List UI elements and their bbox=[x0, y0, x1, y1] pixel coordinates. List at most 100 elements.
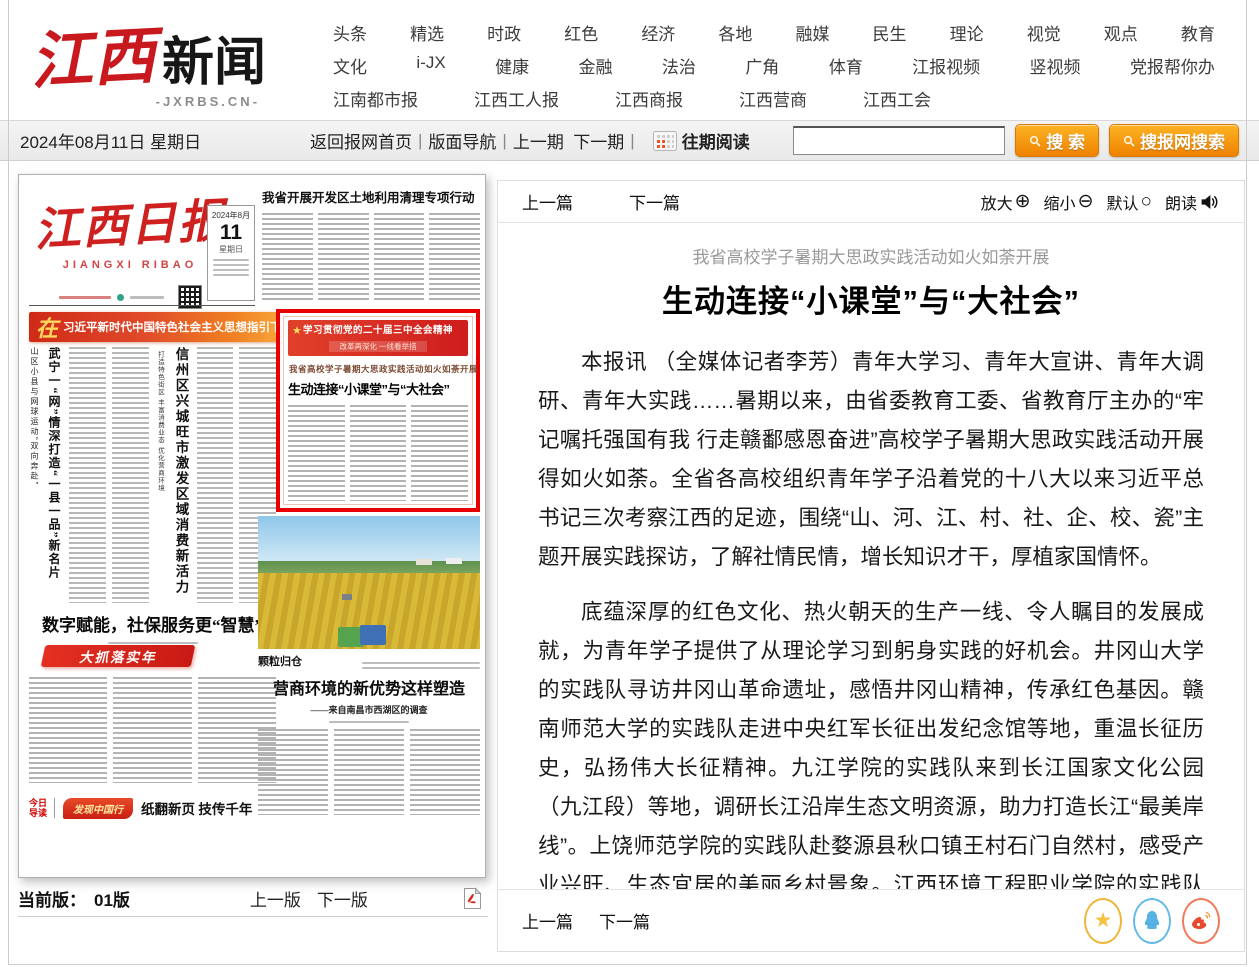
article-top-toolbar: 上一篇 下一篇 放大 ⊕ 缩小 ⊖ 默认 ○ bbox=[498, 181, 1244, 223]
pager-links: 上一版 下一版 bbox=[250, 886, 368, 911]
calendar-icon[interactable] bbox=[653, 130, 677, 151]
fake-byline bbox=[329, 721, 409, 723]
story-wuning-headline[interactable]: 武宁一“网”情深打造“一县一品”新名片 bbox=[46, 347, 63, 603]
nav-item-jinrong[interactable]: 金融 bbox=[579, 53, 613, 78]
nav-item-guandian[interactable]: 观点 bbox=[1104, 20, 1138, 45]
nav-item-jingxuan[interactable]: 精选 bbox=[410, 20, 444, 45]
share-buttons: ★ bbox=[1084, 898, 1220, 944]
logo-jiangxi: 江西 bbox=[28, 5, 159, 101]
back-home-link[interactable]: 返回报网首页 bbox=[310, 128, 412, 153]
share-qzone-button[interactable]: ★ bbox=[1084, 898, 1122, 944]
search-button[interactable]: 搜 索 bbox=[1015, 124, 1099, 157]
nav-item-jingji[interactable]: 经济 bbox=[641, 20, 675, 45]
nav-item-jxgh[interactable]: 江西工会 bbox=[863, 86, 931, 111]
nav-item-minsheng[interactable]: 民生 bbox=[873, 20, 907, 45]
next-issue-link[interactable]: 下一期 bbox=[573, 128, 624, 153]
next-page-link[interactable]: 下一版 bbox=[317, 886, 368, 911]
rice-harvest-photo[interactable] bbox=[258, 516, 480, 649]
fake-text-columns bbox=[262, 213, 480, 301]
nav-item-guangjiao[interactable]: 广角 bbox=[745, 53, 779, 78]
newspaper-page-thumbnail: 江西日报 JIANGXI RIBAO 2024年8月 11 星期日 bbox=[18, 174, 486, 878]
selected-article-inner: ★ 学习贯彻党的二十届三中全会精神 改革再深化 一线看举措 我省高校学子暑期大思… bbox=[283, 316, 473, 505]
archive-link[interactable]: 往期阅读 bbox=[682, 128, 750, 153]
prev-page-link[interactable]: 上一版 bbox=[250, 886, 301, 911]
share-weibo-button[interactable] bbox=[1182, 898, 1220, 944]
selected-article-kicker: 我省高校学子暑期大思政实践活动如火如荼开展 bbox=[289, 363, 467, 375]
main-nav: 头条 精选 时政 红色 经济 各地 融媒 民生 理论 视觉 观点 教育 文化 i… bbox=[333, 20, 1215, 119]
fake-text-column bbox=[374, 213, 425, 301]
fake-text-column bbox=[197, 347, 234, 603]
nav-item-jxgrb[interactable]: 江西工人报 bbox=[474, 86, 559, 111]
zoom-in-control[interactable]: 放大 ⊕ bbox=[981, 190, 1031, 214]
prev-article-link-bottom[interactable]: 上一篇 bbox=[522, 908, 573, 933]
cloud-logo-icon bbox=[117, 294, 124, 301]
current-page-label: 当前版： bbox=[18, 886, 86, 911]
fake-text-column bbox=[69, 347, 106, 603]
thought-guidance-banner: 在 习近平新时代中国特色社会主义思想指引下 bbox=[29, 312, 281, 342]
search-input[interactable] bbox=[793, 126, 1005, 155]
nav-item-jxys[interactable]: 江西营商 bbox=[739, 86, 807, 111]
fake-text-columns bbox=[258, 729, 480, 815]
magnifier-icon bbox=[1029, 135, 1041, 147]
site-search-button[interactable]: 搜报网搜索 bbox=[1109, 124, 1239, 157]
site-logo[interactable]: 江西 新闻 -JXRBS.CN- bbox=[30, 8, 266, 109]
story-xinzhou-headline[interactable]: 信州区兴城旺市激发区域消费新活力 bbox=[171, 347, 191, 603]
paper-date-week: 星期日 bbox=[208, 244, 254, 255]
story-tennis-county-kicker[interactable]: 山区小县与网球运动“双向奔赴” bbox=[29, 347, 40, 497]
nav-item-rongmei[interactable]: 融媒 bbox=[795, 20, 829, 45]
next-article-link-bottom[interactable]: 下一篇 bbox=[599, 908, 650, 933]
fake-text-line bbox=[213, 274, 249, 276]
photo-rice-field bbox=[258, 573, 480, 649]
nav-item-dangbao[interactable]: 党报帮你办 bbox=[1130, 53, 1215, 78]
article-nav-links: 上一篇 下一篇 bbox=[522, 189, 680, 214]
nav-item-hongse[interactable]: 红色 bbox=[564, 20, 598, 45]
nav-item-jiankang[interactable]: 健康 bbox=[495, 53, 529, 78]
newspaper-masthead: 江西日报 JIANGXI RIBAO bbox=[29, 189, 231, 309]
main-content: 江西日报 JIANGXI RIBAO 2024年8月 11 星期日 bbox=[0, 161, 1259, 967]
page-pager: 当前版： 01版 上一版 下一版 bbox=[18, 881, 488, 917]
nav-item-jndsb[interactable]: 江南都市报 bbox=[333, 86, 418, 111]
nav-item-toutiao[interactable]: 头条 bbox=[333, 20, 367, 45]
story-digital-social-security[interactable]: 数字赋能，社保服务更“智慧” bbox=[29, 611, 276, 644]
photo-sky bbox=[258, 516, 480, 561]
plenum-banner-subtitle: 改革再深化 一线看举措 bbox=[329, 341, 426, 352]
next-article-link[interactable]: 下一篇 bbox=[629, 189, 680, 214]
nav-item-jiaoyu[interactable]: 教育 bbox=[1181, 20, 1215, 45]
read-aloud-control[interactable]: 朗读 bbox=[1165, 190, 1220, 214]
nav-item-shizheng[interactable]: 时政 bbox=[487, 20, 521, 45]
zoom-out-control[interactable]: 缩小 ⊖ bbox=[1044, 190, 1094, 214]
masthead-divider bbox=[29, 305, 255, 306]
nav-item-fazhi[interactable]: 法治 bbox=[662, 53, 696, 78]
nav-item-wenhua[interactable]: 文化 bbox=[333, 53, 367, 78]
default-size-control[interactable]: 默认 ○ bbox=[1106, 190, 1152, 214]
photo-caption: 颗粒归仓 bbox=[258, 653, 302, 669]
nav-item-ijx[interactable]: i-JX bbox=[416, 53, 445, 78]
search-area: 搜 索 搜报网搜索 bbox=[793, 124, 1239, 157]
paper-date-month: 2024年8月 bbox=[208, 210, 254, 221]
pdf-download-icon[interactable] bbox=[463, 887, 482, 910]
page-nav-link[interactable]: 版面导航 bbox=[428, 128, 496, 153]
discover-china-logo: 发现中国行 bbox=[63, 798, 133, 819]
nav-item-tiyu[interactable]: 体育 bbox=[829, 53, 863, 78]
masthead-title: 江西日报 bbox=[32, 184, 227, 260]
toolbar-links: 返回报网首页| 版面导航| 上一期 下一期| bbox=[310, 128, 750, 153]
fake-text-line bbox=[362, 662, 480, 664]
logo-xinwen: 新闻 bbox=[162, 20, 266, 95]
nav-item-gedi[interactable]: 各地 bbox=[718, 20, 752, 45]
fake-text-line bbox=[362, 667, 480, 669]
selected-article-headline: 生动连接“小课堂”与“大社会” bbox=[288, 379, 468, 398]
fake-text-line bbox=[59, 296, 111, 299]
prev-article-link[interactable]: 上一篇 bbox=[522, 189, 573, 214]
nav-item-jiangbao-video[interactable]: 江报视频 bbox=[912, 53, 980, 78]
nav-item-shu-video[interactable]: 竖视频 bbox=[1030, 53, 1081, 78]
nav-item-lilun[interactable]: 理论 bbox=[950, 20, 984, 45]
current-page-value: 01版 bbox=[94, 886, 130, 911]
nav-item-shijue[interactable]: 视觉 bbox=[1027, 20, 1061, 45]
story-business-environment[interactable]: 营商环境的新优势这样塑造 ——来自南昌市西湖区的调查 bbox=[258, 675, 480, 815]
selected-article-region[interactable]: ★ 学习贯彻党的二十届三中全会精神 改革再深化 一线看举措 我省高校学子暑期大思… bbox=[276, 309, 480, 512]
story-land-clearance[interactable]: 我省开展开发区土地利用清理专项行动 bbox=[262, 187, 480, 301]
prev-issue-link[interactable]: 上一期 bbox=[513, 128, 564, 153]
nav-item-jxsb[interactable]: 江西商报 bbox=[615, 86, 683, 111]
share-qq-button[interactable] bbox=[1133, 898, 1171, 944]
separator: | bbox=[502, 131, 506, 151]
